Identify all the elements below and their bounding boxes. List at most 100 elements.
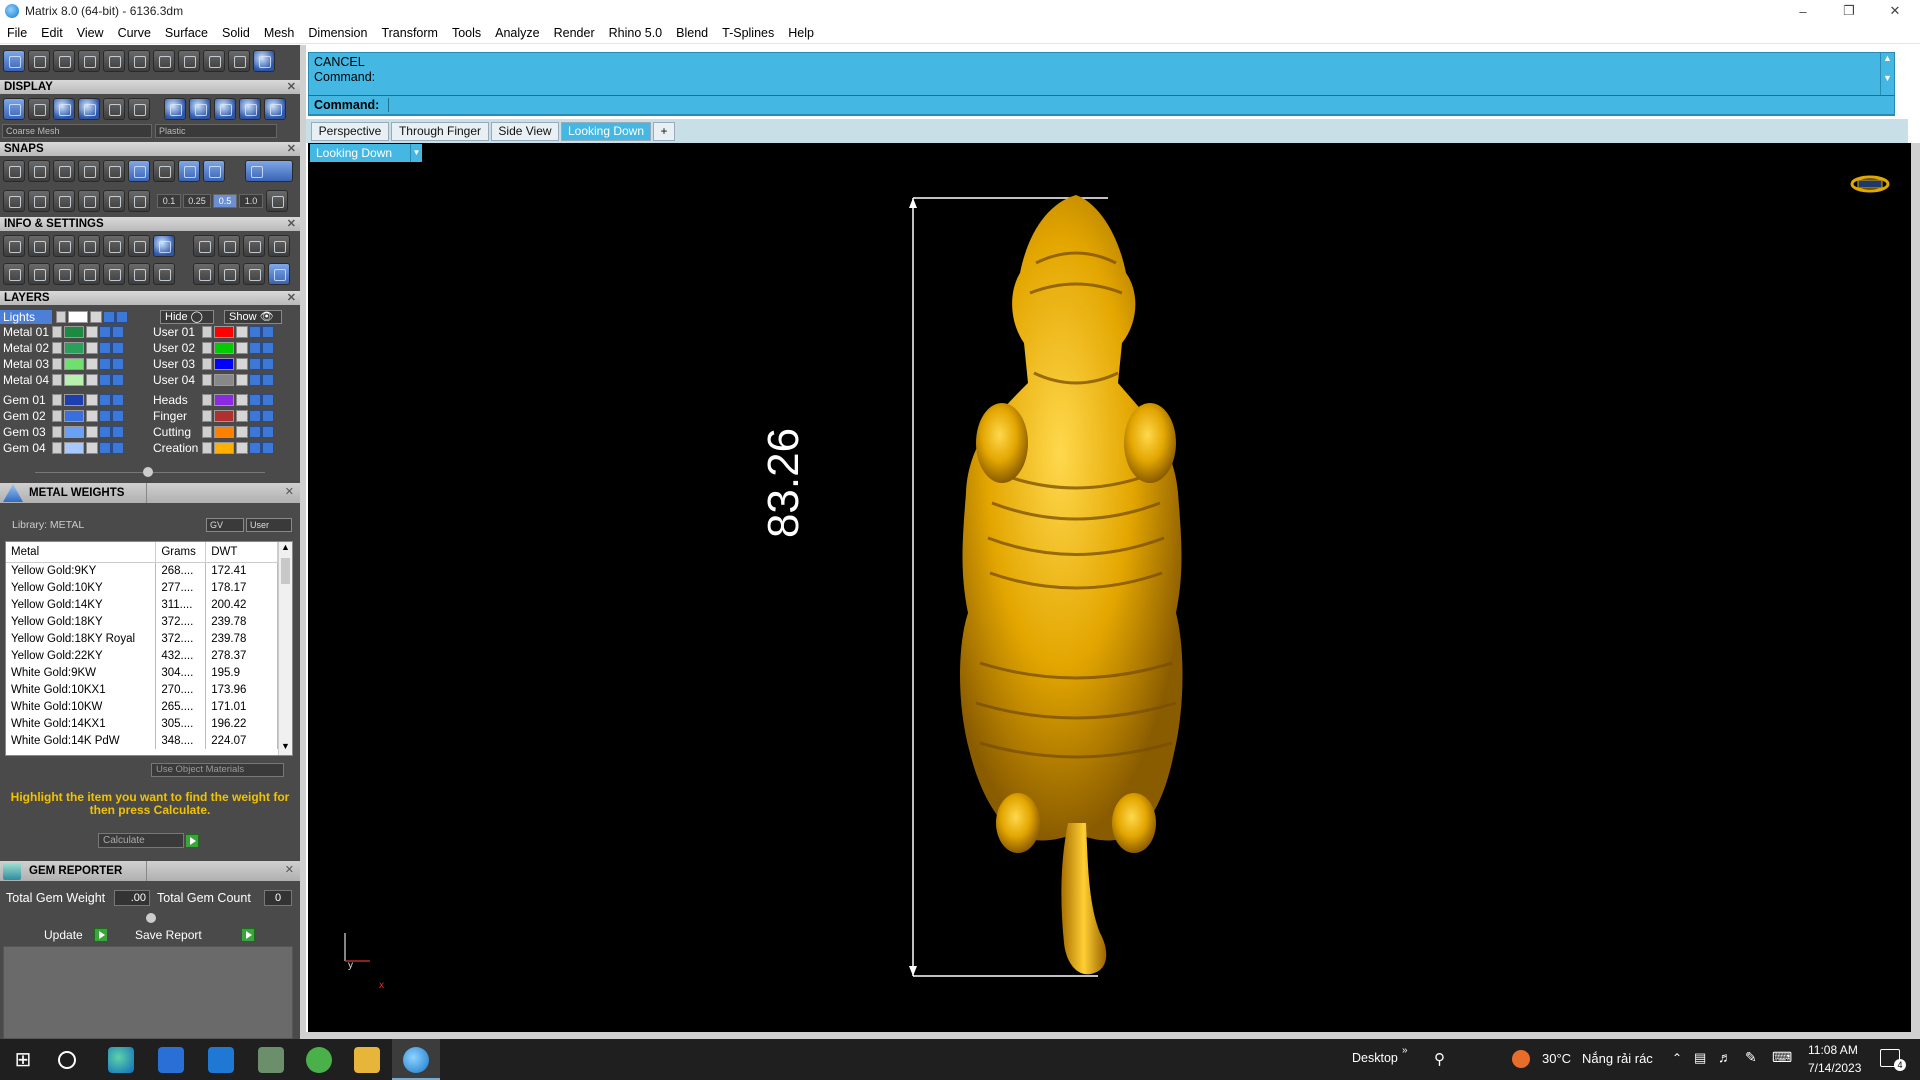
properties-icon[interactable] bbox=[78, 235, 100, 257]
menu-view[interactable]: View bbox=[70, 26, 111, 40]
visible-icon[interactable] bbox=[262, 326, 274, 338]
visible-icon[interactable] bbox=[112, 374, 124, 386]
metal-weights-header[interactable]: METAL WEIGHTS ✕ bbox=[0, 483, 300, 503]
layer-color-swatch[interactable] bbox=[64, 410, 84, 422]
close-button[interactable]: ✕ bbox=[1872, 0, 1918, 22]
layer-expand-icon[interactable] bbox=[52, 358, 62, 370]
command-line[interactable]: Command: bbox=[308, 95, 1895, 115]
layer-color-swatch[interactable] bbox=[214, 358, 234, 370]
visible-icon[interactable] bbox=[116, 311, 128, 323]
layer-color-swatch[interactable] bbox=[64, 442, 84, 454]
filter-icon[interactable] bbox=[103, 263, 125, 285]
edit-icon[interactable] bbox=[128, 235, 150, 257]
scroll-thumb[interactable] bbox=[281, 558, 290, 584]
app-icon[interactable] bbox=[306, 1047, 332, 1073]
layer-row[interactable]: Heads bbox=[150, 393, 275, 407]
network-icon[interactable]: ▤ bbox=[1694, 1050, 1706, 1066]
layer-row[interactable]: Gem 01 bbox=[0, 393, 125, 407]
menu-tools[interactable]: Tools bbox=[445, 26, 488, 40]
scale-tool-icon[interactable] bbox=[153, 50, 175, 72]
grid-layout-icon[interactable] bbox=[3, 263, 25, 285]
snap-mid-icon[interactable] bbox=[78, 160, 100, 182]
mesh-quality-dropdown[interactable]: Coarse Mesh bbox=[2, 124, 152, 138]
menu-transform[interactable]: Transform bbox=[374, 26, 445, 40]
visible-icon[interactable] bbox=[112, 426, 124, 438]
lock-icon[interactable] bbox=[86, 358, 98, 370]
table-row[interactable]: Yellow Gold:14KY 311.... 200.42 bbox=[6, 596, 278, 613]
visible-icon[interactable] bbox=[112, 410, 124, 422]
layer-row[interactable]: Gem 03 bbox=[0, 425, 125, 439]
view-navigation-icon[interactable] bbox=[1850, 175, 1890, 193]
edge-browser-icon[interactable] bbox=[108, 1047, 134, 1073]
visible-icon[interactable] bbox=[262, 342, 274, 354]
grid-display-icon[interactable] bbox=[3, 98, 25, 120]
scroll-down-icon[interactable]: ▼ bbox=[279, 741, 292, 755]
add-tab-button[interactable]: + bbox=[653, 122, 675, 141]
menu-rhino[interactable]: Rhino 5.0 bbox=[602, 26, 670, 40]
menu-analyze[interactable]: Analyze bbox=[488, 26, 546, 40]
layer-row[interactable]: User 03 bbox=[150, 357, 275, 371]
visible-icon[interactable] bbox=[262, 358, 274, 370]
layer-expand-icon[interactable] bbox=[52, 426, 62, 438]
column-header-metal[interactable]: Metal bbox=[6, 542, 157, 563]
snap-near-icon[interactable] bbox=[28, 160, 50, 182]
copy-tool-icon[interactable] bbox=[128, 50, 150, 72]
book-icon[interactable] bbox=[78, 263, 100, 285]
lock-icon[interactable] bbox=[90, 311, 102, 323]
layer-expand-icon[interactable] bbox=[202, 374, 212, 386]
table-row[interactable]: Yellow Gold:18KY 372.... 239.78 bbox=[6, 613, 278, 630]
visible-icon[interactable] bbox=[249, 410, 261, 422]
rhino-icon[interactable] bbox=[258, 1047, 284, 1073]
planar-snap-icon[interactable] bbox=[28, 190, 50, 212]
globe-icon[interactable] bbox=[268, 263, 290, 285]
layer-row[interactable]: Gem 02 bbox=[0, 409, 125, 423]
lock-icon[interactable] bbox=[86, 394, 98, 406]
network-icon[interactable] bbox=[218, 263, 240, 285]
layer-expand-icon[interactable] bbox=[52, 442, 62, 454]
lock-icon[interactable] bbox=[236, 358, 248, 370]
save-report-go-icon[interactable] bbox=[241, 928, 255, 942]
lock-icon[interactable] bbox=[86, 410, 98, 422]
material-sphere-1-icon[interactable] bbox=[164, 98, 186, 120]
close-icon[interactable]: ✕ bbox=[287, 291, 296, 305]
render-icon[interactable] bbox=[268, 235, 290, 257]
menu-curve[interactable]: Curve bbox=[111, 26, 158, 40]
people-icon[interactable]: ⚲ bbox=[1434, 1050, 1445, 1068]
gem-reporter-header[interactable]: GEM REPORTER ✕ bbox=[0, 861, 300, 881]
mail-icon[interactable] bbox=[208, 1047, 234, 1073]
volume-icon[interactable]: ♬ bbox=[1718, 1049, 1732, 1065]
update-button[interactable]: Update bbox=[44, 927, 83, 943]
chevron-down-icon[interactable]: ▼ bbox=[410, 144, 422, 162]
column-header-grams[interactable]: Grams bbox=[155, 542, 207, 563]
shaded-display-icon[interactable] bbox=[53, 98, 75, 120]
project-snap-icon[interactable] bbox=[53, 190, 75, 212]
menu-edit[interactable]: Edit bbox=[34, 26, 70, 40]
visible-icon[interactable] bbox=[249, 358, 261, 370]
lock-icon[interactable] bbox=[86, 374, 98, 386]
layers-header[interactable]: LAYERS ✕ bbox=[0, 291, 300, 305]
snap-perp-icon[interactable] bbox=[153, 160, 175, 182]
snap-tan-icon[interactable] bbox=[178, 160, 200, 182]
rendered-display-icon[interactable] bbox=[78, 98, 100, 120]
mirror-tool-icon[interactable] bbox=[178, 50, 200, 72]
layer-color-swatch[interactable] bbox=[64, 374, 84, 386]
layer-color-swatch[interactable] bbox=[214, 342, 234, 354]
layer-row[interactable]: Finger bbox=[150, 409, 275, 423]
smart-track-icon[interactable] bbox=[78, 190, 100, 212]
snaps-header[interactable]: SNAPS ✕ bbox=[0, 142, 300, 156]
lock-icon[interactable] bbox=[86, 326, 98, 338]
lock-icon[interactable] bbox=[236, 326, 248, 338]
layer-color-swatch[interactable] bbox=[64, 326, 84, 338]
menu-file[interactable]: File bbox=[0, 26, 34, 40]
store-icon[interactable] bbox=[158, 1047, 184, 1073]
gumball-icon[interactable] bbox=[103, 190, 125, 212]
material-dropdown[interactable]: Plastic bbox=[155, 124, 277, 138]
table-row[interactable]: Yellow Gold:10KY 277.... 178.17 bbox=[6, 579, 278, 596]
snap-quad-icon[interactable] bbox=[203, 160, 225, 182]
layer-color-swatch[interactable] bbox=[214, 426, 234, 438]
chevron-right-icon[interactable]: » bbox=[1402, 1045, 1408, 1056]
table-row[interactable]: Yellow Gold:9KY 268.... 172.41 bbox=[6, 562, 278, 579]
visible-icon[interactable] bbox=[262, 410, 274, 422]
table-row[interactable]: White Gold:14K PdW 348.... 224.07 bbox=[6, 732, 278, 749]
xray-display-icon[interactable] bbox=[128, 98, 150, 120]
